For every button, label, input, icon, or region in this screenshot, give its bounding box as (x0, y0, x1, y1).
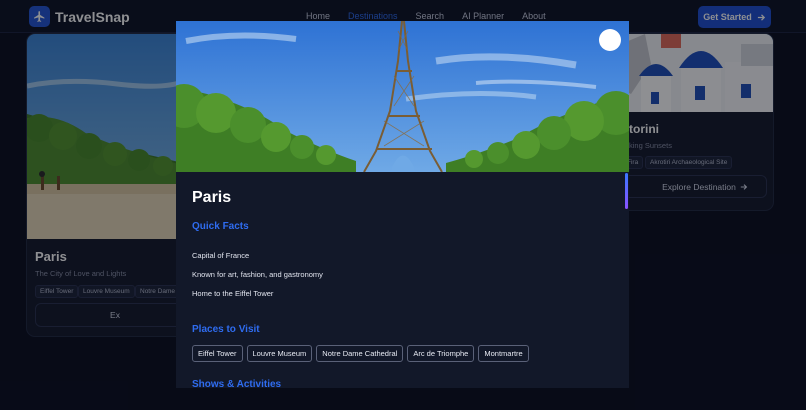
places-list: Eiffel Tower Louvre Museum Notre Dame Ca… (192, 345, 529, 362)
shows-heading: Shows & Activities (192, 379, 282, 388)
destination-detail-modal: Paris Quick Facts Capital of France Know… (176, 21, 629, 388)
fact-item: Home to the Eiffel Tower (192, 289, 274, 298)
place-chip[interactable]: Notre Dame Cathedral (316, 345, 404, 362)
place-chip[interactable]: Montmartre (478, 345, 529, 362)
fact-item: Known for art, fashion, and gastronomy (192, 270, 323, 279)
quick-facts-heading: Quick Facts (192, 221, 249, 232)
place-chip[interactable]: Louvre Museum (246, 345, 313, 362)
place-chip[interactable]: Eiffel Tower (192, 345, 243, 362)
fact-item: Capital of France (192, 251, 250, 260)
eiffel-tower-image (176, 21, 629, 173)
place-chip[interactable]: Arc de Triomphe (407, 345, 475, 362)
places-heading: Places to Visit (192, 324, 260, 335)
modal-scrollbar[interactable] (625, 173, 628, 209)
modal-title: Paris (192, 189, 232, 206)
close-modal-button[interactable] (599, 29, 621, 51)
